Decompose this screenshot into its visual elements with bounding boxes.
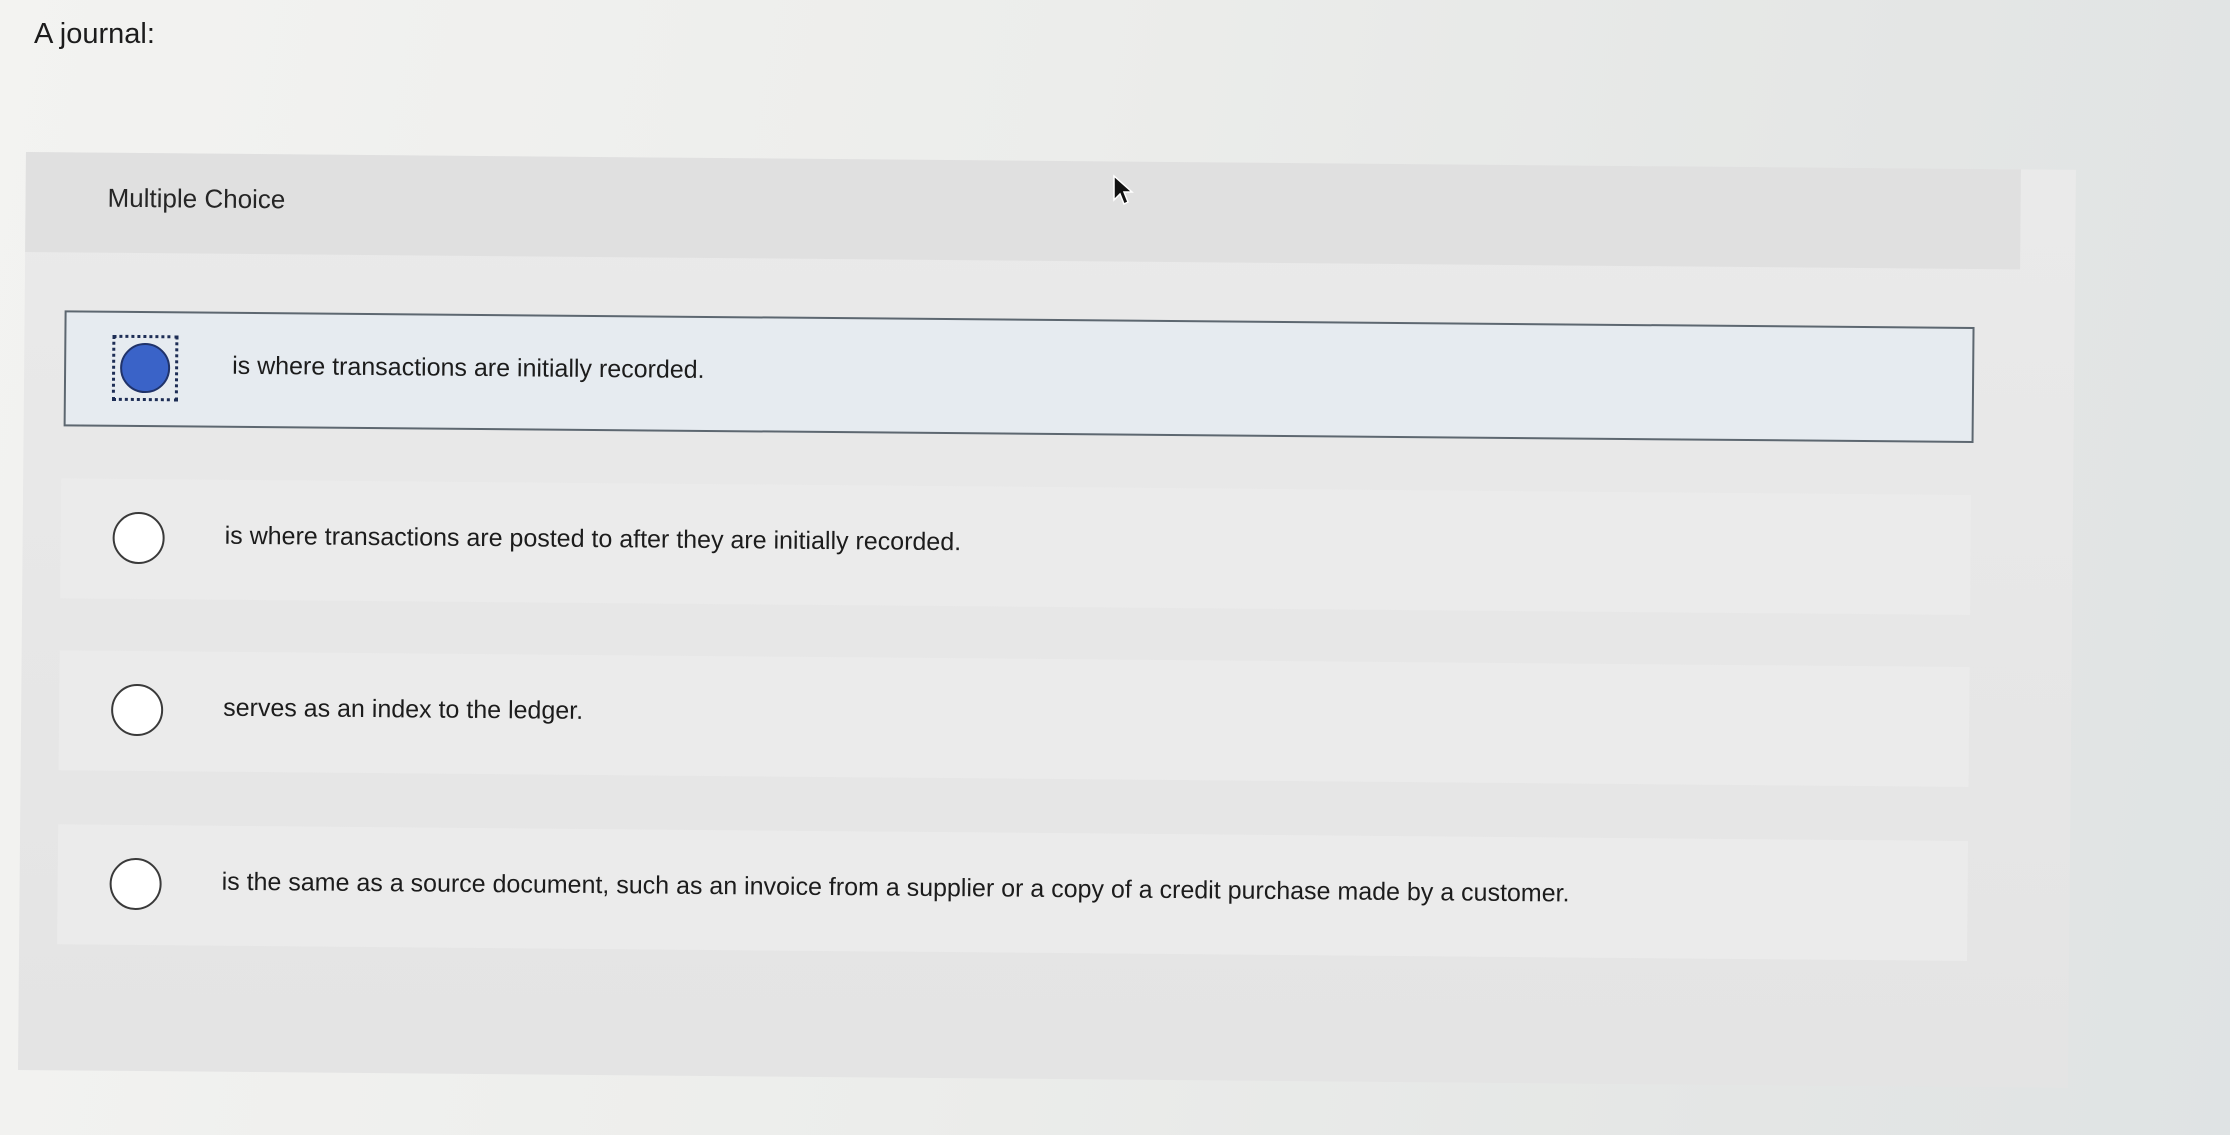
- radio-button-icon[interactable]: [112, 511, 165, 565]
- answer-option-2[interactable]: is where transactions are posted to afte…: [60, 478, 1972, 615]
- answer-option-label: is where transactions are initially reco…: [232, 351, 705, 384]
- answer-option-4[interactable]: is the same as a source document, such a…: [57, 824, 1969, 961]
- answer-option-label: is the same as a source document, such a…: [221, 867, 1570, 908]
- radio-focus-ring: [111, 334, 179, 402]
- answer-option-1[interactable]: is where transactions are initially reco…: [63, 310, 1975, 444]
- panel-header: Multiple Choice: [25, 152, 2021, 270]
- radio-button-icon[interactable]: [110, 683, 164, 737]
- answer-option-label: serves as an index to the ledger.: [223, 693, 584, 725]
- radio-button-icon[interactable]: [109, 857, 162, 911]
- mouse-pointer-icon: [1113, 174, 1134, 206]
- answer-option-3[interactable]: serves as an index to the ledger.: [58, 650, 1970, 787]
- multiple-choice-panel: Multiple Choice is where transactions ar…: [17, 152, 2076, 1088]
- radio-button-selected-icon[interactable]: [119, 342, 171, 394]
- answer-option-label: is where transactions are posted to afte…: [224, 521, 962, 557]
- question-prompt: A journal:: [34, 18, 155, 50]
- question-type-label: Multiple Choice: [107, 182, 286, 215]
